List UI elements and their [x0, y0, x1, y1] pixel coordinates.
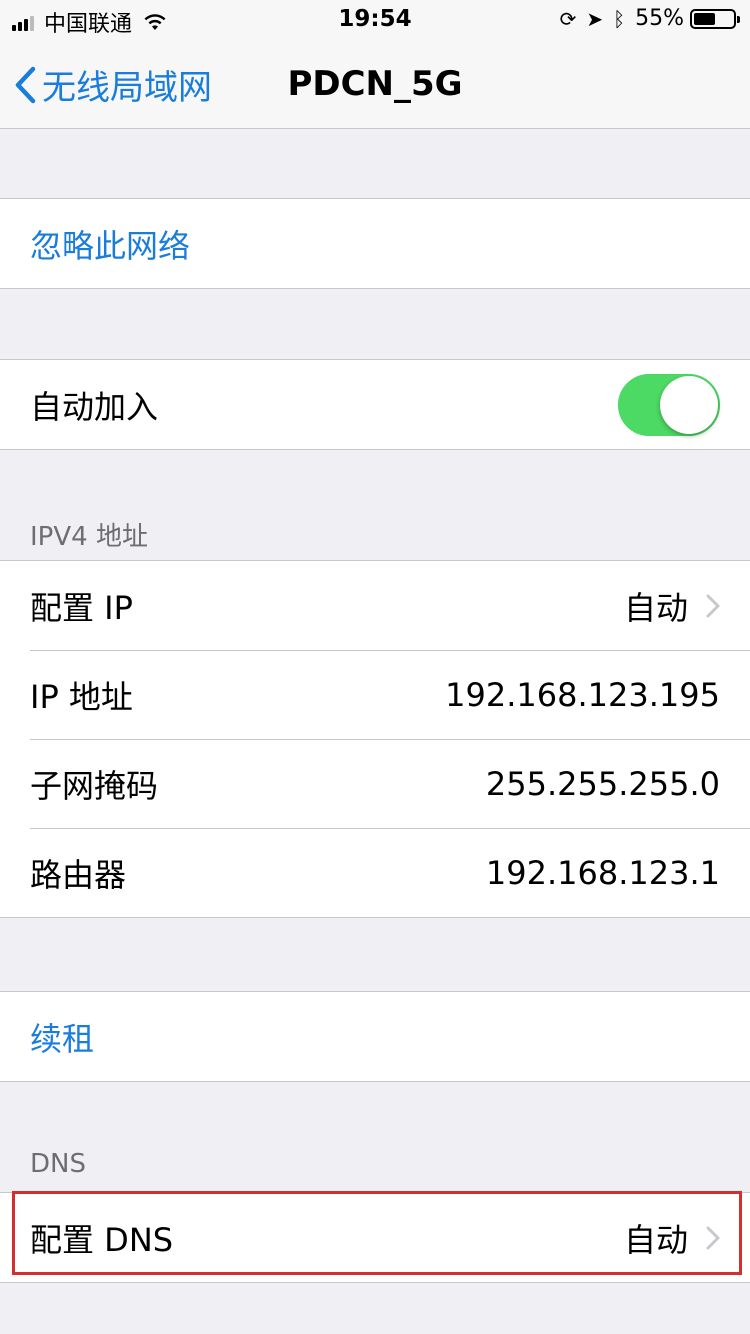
subnet-mask-row: 子网掩码 255.255.255.0 [0, 739, 750, 828]
forget-network-button[interactable]: 忽略此网络 [0, 199, 750, 288]
router-label: 路由器 [30, 855, 127, 894]
bluetooth-icon: ᛒ [613, 6, 626, 31]
renew-lease-group: 续租 [0, 991, 750, 1082]
ip-address-value: 192.168.123.195 [445, 675, 720, 714]
status-bar: 中国联通 19:54 ⟳ ➤ ᛒ 55% [0, 0, 750, 40]
auto-join-toggle[interactable] [618, 373, 720, 436]
configure-dns-row[interactable]: 配置 DNS 自动 [0, 1193, 750, 1282]
subnet-mask-value: 255.255.255.0 [485, 764, 720, 803]
dns-section-header: DNS [30, 1149, 86, 1179]
page-title: PDCN_5G [287, 64, 463, 104]
battery-percent: 55% [635, 6, 684, 31]
location-icon: ➤ [586, 6, 604, 31]
configure-ip-label: 配置 IP [30, 588, 133, 627]
router-value: 192.168.123.1 [485, 853, 720, 892]
chevron-right-icon [706, 594, 720, 617]
forget-network-group: 忽略此网络 [0, 198, 750, 289]
configure-ip-row[interactable]: 配置 IP 自动 [0, 561, 750, 650]
subnet-mask-label: 子网掩码 [30, 766, 159, 805]
auto-join-label: 自动加入 [30, 387, 159, 426]
chevron-right-icon [706, 1226, 720, 1249]
toggle-knob [660, 375, 718, 434]
ip-address-row: IP 地址 192.168.123.195 [0, 650, 750, 739]
configure-dns-value: 自动 [623, 1220, 688, 1259]
auto-join-row: 自动加入 [0, 360, 750, 449]
forget-network-label: 忽略此网络 [30, 226, 191, 265]
ipv4-section-header: IPV4 地址 [30, 522, 148, 552]
configure-ip-value: 自动 [623, 588, 688, 627]
orientation-lock-icon: ⟳ [559, 6, 577, 31]
ip-address-label: IP 地址 [30, 677, 133, 716]
auto-join-group: 自动加入 [0, 359, 750, 450]
router-row: 路由器 192.168.123.1 [0, 828, 750, 917]
ipv4-group: 配置 IP 自动 IP 地址 192.168.123.195 子网掩码 255.… [0, 560, 750, 918]
battery-icon [690, 8, 740, 29]
renew-lease-button[interactable]: 续租 [0, 992, 750, 1081]
configure-dns-label: 配置 DNS [30, 1220, 174, 1259]
dns-group: 配置 DNS 自动 [0, 1192, 750, 1283]
renew-lease-label: 续租 [30, 1019, 95, 1058]
navigation-bar: 无线局域网 PDCN_5G [0, 40, 750, 129]
